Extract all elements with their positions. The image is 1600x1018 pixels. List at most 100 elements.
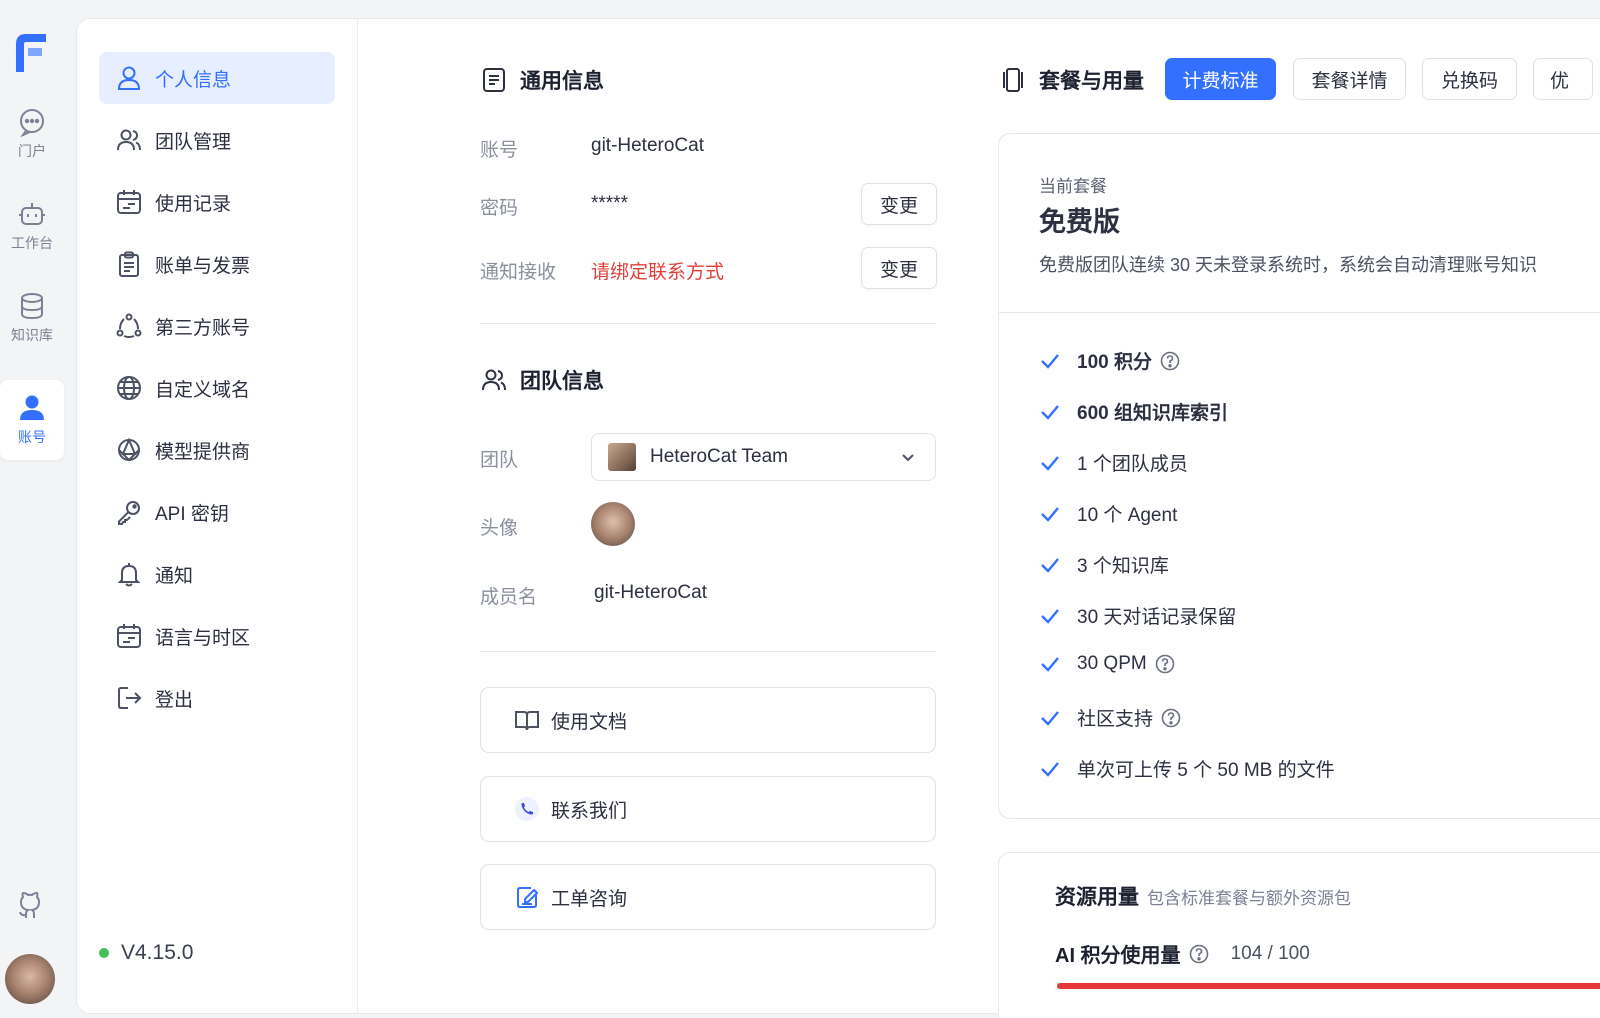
- feature-text: 30 天对话记录保留: [1077, 607, 1237, 628]
- user-avatar[interactable]: [5, 954, 55, 1004]
- version-text: V4.15.0: [121, 941, 194, 964]
- help-icon[interactable]: [1189, 944, 1209, 964]
- check-icon: [1041, 761, 1059, 777]
- sidebar-item-third-party[interactable]: 第三方账号: [99, 300, 335, 352]
- docs-button[interactable]: 使用文档: [480, 687, 936, 753]
- account-label: 账号: [480, 140, 519, 161]
- ai-points-value: 104 / 100: [1230, 942, 1310, 964]
- calendar-list-icon: [117, 190, 141, 214]
- robot-icon: [19, 203, 45, 225]
- chevron-down-icon: [902, 454, 914, 462]
- team-icon: [117, 129, 141, 151]
- ai-points-progress-fill: [1057, 983, 1600, 989]
- current-plan-card: 当前套餐 免费版 免费版团队连续 30 天未登录系统时，系统会自动清理账号知识 …: [998, 133, 1600, 819]
- calendar-list-icon: [117, 624, 141, 648]
- feature-text: 10 个 Agent: [1077, 505, 1178, 526]
- account-panel: 个人信息 团队管理 使用记录 账单与发票 第三方账号 自定义域名 模型提供商 A…: [76, 18, 1600, 1018]
- check-icon: [1041, 710, 1059, 726]
- member-avatar[interactable]: [591, 502, 635, 546]
- key-icon: [118, 501, 140, 525]
- sidebar-item-label: 模型提供商: [155, 441, 251, 463]
- plan-feature: 3 个知识库: [1039, 551, 1169, 578]
- help-icon[interactable]: [1160, 351, 1180, 371]
- feature-text: 600 组知识库索引: [1077, 403, 1228, 424]
- plan-feature: 600 组知识库索引: [1039, 398, 1228, 425]
- feature-text: 3 个知识库: [1077, 556, 1169, 577]
- check-icon: [1041, 404, 1059, 420]
- ticket-edit-icon: [517, 887, 539, 908]
- sidebar-item-logout[interactable]: 登出: [99, 672, 335, 724]
- bell-icon: [117, 563, 141, 587]
- sidebar-item-billing[interactable]: 账单与发票: [99, 238, 335, 290]
- notify-label: 通知接收: [480, 262, 557, 283]
- usage-subtitle: 包含标准套餐与额外资源包: [1147, 889, 1351, 908]
- book-icon: [515, 711, 539, 731]
- divider: [999, 312, 1600, 313]
- github-icon[interactable]: [14, 890, 46, 922]
- change-notify-button[interactable]: 变更: [861, 247, 937, 289]
- sidebar-item-label: 个人信息: [155, 69, 232, 91]
- team-label: 团队: [480, 450, 519, 471]
- change-password-button[interactable]: 变更: [861, 183, 937, 225]
- sidebar-item-label: 团队管理: [155, 131, 232, 153]
- account-value: git-HeteroCat: [591, 135, 704, 156]
- help-icon[interactable]: [1161, 708, 1181, 728]
- tab-redeem-code[interactable]: 兑换码: [1422, 58, 1517, 100]
- team-select[interactable]: HeteroCat Team: [591, 433, 936, 481]
- sidebar-item-label: 语言与时区: [155, 627, 251, 649]
- sidebar-item-label: 自定义域名: [155, 379, 251, 401]
- sidebar-item-custom-domain[interactable]: 自定义域名: [99, 362, 335, 414]
- sidebar-item-profile[interactable]: 个人信息: [99, 52, 335, 104]
- app-logo[interactable]: [10, 30, 50, 74]
- sidebar-item-api-key[interactable]: API 密钥: [99, 486, 335, 538]
- plan-description: 免费版团队连续 30 天未登录系统时，系统会自动清理账号知识: [1039, 255, 1538, 275]
- check-icon: [1041, 455, 1059, 471]
- rail-item-portal[interactable]: 门户: [0, 94, 64, 174]
- rail-label: 账号: [18, 429, 46, 445]
- plan-feature: 单次可上传 5 个 50 MB 的文件: [1039, 755, 1335, 782]
- sidebar-item-label: 账单与发票: [155, 255, 251, 277]
- team-select-value: HeteroCat Team: [650, 446, 788, 467]
- rail-item-workbench[interactable]: 工作台: [0, 186, 64, 266]
- phone-icon: [515, 797, 539, 821]
- sidebar-item-language-timezone[interactable]: 语言与时区: [99, 610, 335, 662]
- rail-item-account[interactable]: 账号: [0, 380, 64, 460]
- plan-feature: 10 个 Agent: [1039, 500, 1177, 527]
- help-icon[interactable]: [1155, 654, 1175, 674]
- password-value: *****: [591, 193, 628, 214]
- sidebar-item-team[interactable]: 团队管理: [99, 114, 335, 166]
- feature-text: 100 积分: [1077, 352, 1152, 373]
- team-info-title: 团队信息: [480, 365, 604, 395]
- ticket-button[interactable]: 工单咨询: [480, 864, 936, 930]
- ai-points-progress-bar: [1057, 983, 1600, 989]
- contact-button[interactable]: 联系我们: [480, 776, 936, 842]
- contact-label: 联系我们: [551, 800, 628, 822]
- clipboard-icon: [119, 251, 139, 277]
- tab-plan-details[interactable]: 套餐详情: [1293, 58, 1406, 100]
- divider: [480, 651, 936, 652]
- check-icon: [1041, 657, 1059, 672]
- app-rail: 门户 工作台 知识库 账号: [0, 0, 64, 1018]
- feature-text: 1 个团队成员: [1077, 454, 1188, 475]
- tab-pricing[interactable]: 计费标准: [1165, 58, 1276, 100]
- check-icon: [1041, 506, 1059, 522]
- rail-item-knowledge[interactable]: 知识库: [0, 278, 64, 358]
- feature-text: 单次可上传 5 个 50 MB 的文件: [1077, 760, 1335, 781]
- sidebar-item-label: 登出: [155, 689, 194, 711]
- sidebar-item-notifications[interactable]: 通知: [99, 548, 335, 600]
- plan-feature: 100 积分: [1039, 347, 1180, 374]
- plan-feature: 社区支持: [1039, 704, 1181, 731]
- sidebar-item-model-provider[interactable]: 模型提供商: [99, 424, 335, 476]
- check-icon: [1041, 353, 1059, 369]
- ai-points-usage-row: AI 积分使用量 104 / 100: [1055, 939, 1310, 968]
- member-name-label: 成员名: [480, 587, 538, 608]
- plan-feature: 1 个团队成员: [1039, 449, 1188, 476]
- usage-title: 资源用量: [1055, 886, 1139, 909]
- rail-label: 工作台: [11, 235, 53, 251]
- rail-label: 门户: [18, 143, 46, 159]
- check-icon: [1041, 608, 1059, 624]
- sidebar-item-usage-records[interactable]: 使用记录: [99, 176, 335, 228]
- logout-icon: [118, 687, 142, 709]
- notify-value[interactable]: 请绑定联系方式: [591, 257, 724, 284]
- tab-coupons[interactable]: 优: [1533, 58, 1593, 100]
